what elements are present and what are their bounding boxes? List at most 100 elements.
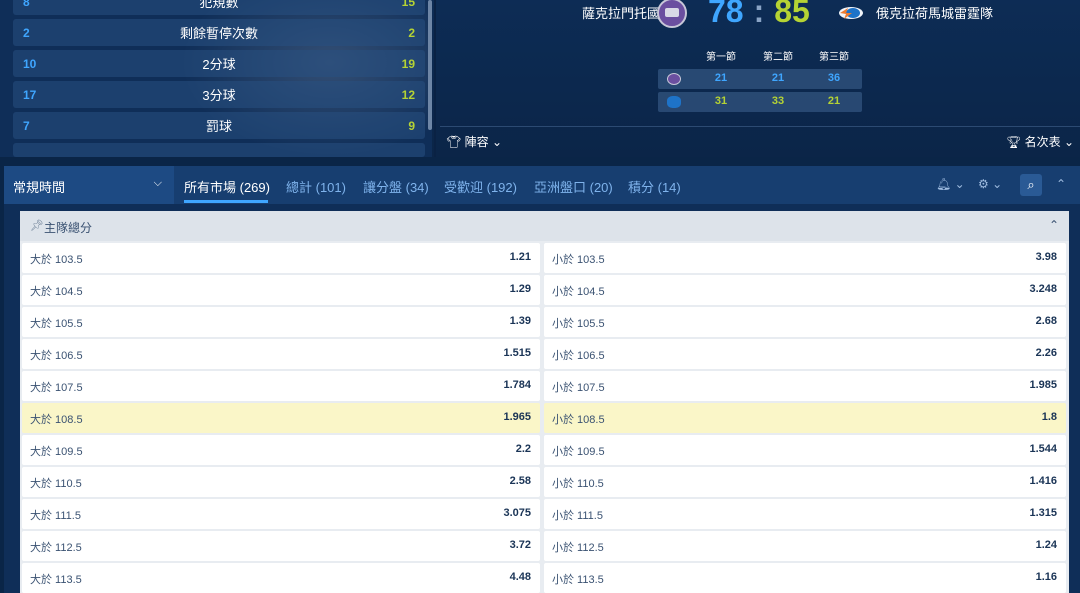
stat-away-value: 9 (408, 118, 415, 133)
over-selection-button[interactable]: 大於 105.5 1.39 (22, 307, 540, 337)
over-selection-button[interactable]: 大於 104.5 1.29 (22, 275, 540, 305)
odds-row: 大於 109.5 2.2 小於 109.5 1.544 (20, 435, 1069, 465)
away-score: 85 (774, 0, 810, 29)
stat-row-fouls: 8 犯規數 15 (13, 0, 425, 15)
under-selection-button[interactable]: 小於 108.5 1.8 (544, 403, 1066, 433)
over-selection-button[interactable]: 大於 109.5 2.2 (22, 435, 540, 465)
panel-divider (434, 0, 436, 157)
market-home-total: 📌︎ 主隊總分 ⌃ 大於 103.5 1.21 小於 103.5 3.98 大於 104… (20, 211, 1069, 593)
chevron-up-icon[interactable]: ⌃ (1049, 218, 1059, 232)
selection-price: 1.16 (1035, 571, 1057, 583)
notification-bell-icon[interactable]: 🔔︎ ⌄ (936, 177, 965, 191)
tab-totals[interactable]: 總計 (101) (286, 177, 346, 196)
away-quarter-row: 31 33 21 (658, 92, 862, 112)
under-selection-button[interactable]: 小於 110.5 1.416 (544, 467, 1066, 497)
under-selection-button[interactable]: 小於 109.5 1.544 (544, 435, 1066, 465)
selection-label: 小於 112.5 (552, 542, 604, 554)
pin-icon[interactable]: 📌︎ (30, 219, 44, 232)
over-selection-button[interactable]: 大於 108.5 1.965 (22, 403, 540, 433)
over-selection-button[interactable]: 大於 113.5 4.48 (22, 563, 540, 593)
selection-label: 大於 111.5 (30, 510, 81, 522)
active-tab-indicator (184, 200, 268, 203)
under-selection-button[interactable]: 小於 111.5 1.315 (544, 499, 1066, 529)
stat-row-3pt: 17 3分球 12 (13, 81, 425, 108)
chevron-down-icon: ⌄ (1063, 135, 1074, 149)
home-team-logo-icon (657, 0, 687, 28)
selection-price: 1.965 (503, 411, 531, 423)
selection-price: 1.29 (509, 283, 531, 295)
gear-icon[interactable]: ⚙ ⌄ (978, 177, 1002, 191)
selection-label: 大於 104.5 (30, 286, 83, 298)
selection-label: 大於 110.5 (30, 478, 82, 490)
selection-price: 3.98 (1035, 251, 1057, 263)
lineup-button[interactable]: 👕︎ 陣容 ⌄ (446, 133, 502, 150)
selection-label: 大於 109.5 (30, 446, 83, 458)
score-separator: : (753, 0, 765, 29)
quarter-score: 21 (771, 72, 785, 84)
match-header: 8 犯規數 15 2 剩餘暫停次數 2 10 2分球 19 17 3分球 12 … (0, 0, 1080, 157)
stat-away-value: 19 (401, 56, 415, 71)
selection-label: 小於 109.5 (552, 446, 605, 458)
under-selection-button[interactable]: 小於 104.5 3.248 (544, 275, 1066, 305)
selection-price: 1.21 (509, 251, 531, 263)
under-selection-button[interactable]: 小於 106.5 2.26 (544, 339, 1066, 369)
odds-row: 大於 113.5 4.48 小於 113.5 1.16 (20, 563, 1069, 593)
selection-price: 2.26 (1035, 347, 1057, 359)
selection-label: 大於 107.5 (30, 382, 83, 394)
selection-price: 2.68 (1035, 315, 1057, 327)
over-selection-button[interactable]: 大於 112.5 3.72 (22, 531, 540, 561)
selection-label: 小於 106.5 (552, 350, 605, 362)
odds-row: 大於 107.5 1.784 小於 107.5 1.985 (20, 371, 1069, 401)
selection-label: 大於 106.5 (30, 350, 83, 362)
search-icon[interactable]: ⌕ (1020, 174, 1042, 196)
stat-row-timeouts: 2 剩餘暫停次數 2 (13, 19, 425, 46)
tab-asian-lines[interactable]: 亞洲盤口 (20) (534, 177, 613, 196)
stats-scrollbar[interactable] (428, 0, 432, 130)
selection-price: 2.2 (515, 443, 531, 455)
away-team-mini-logo-icon (667, 96, 681, 108)
period-dropdown[interactable]: 常規時間 ⌵ (4, 166, 174, 204)
tab-points[interactable]: 積分 (14) (628, 177, 681, 196)
under-selection-button[interactable]: 小於 112.5 1.24 (544, 531, 1066, 561)
over-selection-button[interactable]: 大於 110.5 2.58 (22, 467, 540, 497)
selection-price: 1.515 (503, 347, 531, 359)
stat-row-partial (13, 143, 425, 157)
under-selection-button[interactable]: 小於 103.5 3.98 (544, 243, 1066, 273)
under-selection-button[interactable]: 小於 107.5 1.985 (544, 371, 1066, 401)
odds-row: 大於 105.5 1.39 小於 105.5 2.68 (20, 307, 1069, 337)
selection-price: 1.8 (1041, 411, 1057, 423)
under-selection-button[interactable]: 小於 105.5 2.68 (544, 307, 1066, 337)
quarter-score: 21 (827, 95, 841, 107)
selection-price: 4.48 (509, 571, 531, 583)
market-title: 主隊總分 (44, 221, 93, 235)
under-selection-button[interactable]: 小於 113.5 1.16 (544, 563, 1066, 593)
selection-price: 1.784 (503, 379, 531, 391)
selection-price: 1.985 (1029, 379, 1057, 391)
standings-label: 名次表 (1024, 135, 1061, 149)
home-score: 78 (708, 0, 744, 29)
tab-all-markets[interactable]: 所有市場 (269) (184, 177, 270, 196)
market-header[interactable]: 📌︎ 主隊總分 ⌃ (20, 211, 1069, 241)
tab-popular[interactable]: 受歡迎 (192) (444, 177, 517, 196)
divider (440, 126, 1080, 127)
collapse-all-icon[interactable]: ⌃ (1056, 177, 1066, 191)
selection-price: 2.58 (509, 475, 531, 487)
odds-row: 大於 108.5 1.965 小於 108.5 1.8 (20, 403, 1069, 433)
home-team-mini-logo-icon (667, 73, 681, 85)
standings-button[interactable]: 🏆︎ 名次表 ⌄ (1006, 133, 1074, 150)
over-selection-button[interactable]: 大於 106.5 1.515 (22, 339, 540, 369)
over-selection-button[interactable]: 大於 107.5 1.784 (22, 371, 540, 401)
selection-price: 3.248 (1029, 283, 1057, 295)
stat-away-value: 15 (401, 0, 415, 9)
quarter-score: 33 (771, 95, 785, 107)
stats-panel: 8 犯規數 15 2 剩餘暫停次數 2 10 2分球 19 17 3分球 12 … (0, 0, 432, 157)
selection-label: 大於 103.5 (30, 254, 83, 266)
over-selection-button[interactable]: 大於 111.5 3.075 (22, 499, 540, 529)
scoreboard: 78:85 (708, 0, 810, 30)
selection-label: 小於 111.5 (552, 510, 603, 522)
selection-label: 小於 105.5 (552, 318, 605, 330)
selection-label: 大於 108.5 (30, 414, 83, 426)
tab-handicap[interactable]: 讓分盤 (34) (363, 177, 429, 196)
over-selection-button[interactable]: 大於 103.5 1.21 (22, 243, 540, 273)
selection-label: 大於 113.5 (30, 574, 82, 586)
